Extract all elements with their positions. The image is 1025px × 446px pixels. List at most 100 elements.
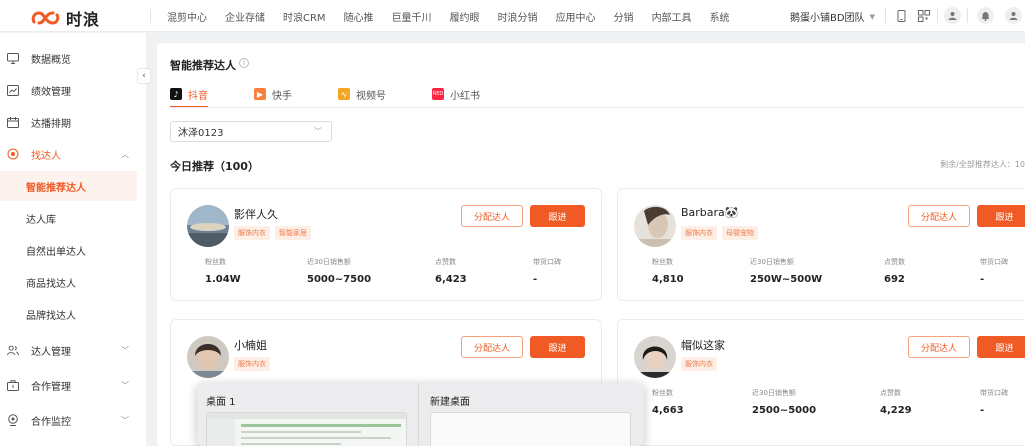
talent-card[interactable]: Barbara🐼 服饰内衣 母婴宠物 分配达人 跟进 粉丝数 4,810 近30… [617,188,1025,301]
category-tag: 服饰内衣 [234,357,270,371]
follow-up-button[interactable]: 跟进 [977,336,1025,358]
sidebar-item-talent-management[interactable]: 达人管理 ﹀ [0,334,146,366]
sidebar-item-find-talent[interactable]: 找达人 ︿ [0,138,146,170]
sidebar-subitem-brand-talent[interactable]: 品牌找达人 [0,299,137,329]
stat-label: 粉丝数 [652,389,673,397]
talent-card[interactable]: 帽似这家 服饰内衣 分配达人 跟进 粉丝数 4,663 近30日销售额 2500… [617,319,1025,446]
sidebar-item-performance[interactable]: 绩效管理 [0,74,146,106]
account-select[interactable]: 沐泽0123 ﹀ [170,121,332,142]
mobile-icon[interactable] [893,7,910,24]
assign-talent-button[interactable]: 分配达人 [908,336,970,358]
nav-item-distribute[interactable]: 分销 [614,9,634,24]
users-icon [7,344,19,356]
avatar [634,336,676,378]
target-icon [7,148,19,160]
sidebar-subitem-natural-orders[interactable]: 自然出单达人 [0,235,137,265]
stat-likes: 点赞数 692 [884,257,905,285]
stat-label: 近30日销售额 [307,258,351,266]
stat-value: 4,229 [880,405,912,416]
page-title: 智能推荐达人 [170,59,236,72]
team-selector[interactable]: 鹅蛋小铺BD团队 ▼ [790,9,875,25]
stat-reputation: 带货口碑 - [980,388,1008,416]
chevron-up-icon: ︿ [121,149,129,159]
logo[interactable]: 时浪 [30,6,100,30]
kuaishou-icon: ▶ [254,88,266,100]
talent-tags: 服饰内衣 母婴宠物 [681,226,763,240]
tab-label: 视频号 [356,90,386,102]
toolbar-divider [967,8,968,23]
assign-talent-button[interactable]: 分配达人 [908,205,970,227]
tab-label: 抖音 [188,90,208,102]
tab-xiaohongshu[interactable]: RED 小红书 [432,83,480,105]
stat-label: 点赞数 [435,258,456,266]
nav-item-internal-tools[interactable]: 内部工具 [652,9,692,24]
sidebar-item-schedule[interactable]: 达播排期 [0,106,146,138]
tab-douyin[interactable]: ♪ 抖音 [170,83,208,108]
new-desktop-thumbnail[interactable] [430,412,631,446]
stat-label: 带货口碑 [980,389,1008,397]
stat-value: - [980,405,985,416]
stat-label: 近30日销售额 [752,389,796,397]
bell-icon[interactable] [977,7,994,24]
user-icon[interactable] [944,7,961,24]
logo-text: 时浪 [66,10,101,29]
douyin-icon: ♪ [170,88,182,100]
nav-item-promote[interactable]: 随心推 [344,9,374,24]
nav-item-distribution[interactable]: 时浪分销 [498,9,538,24]
chevron-down-icon: ▼ [869,12,875,21]
sidebar-item-label: 合作监控 [31,416,71,428]
new-desktop-label: 新建桌面 [430,397,470,408]
desktop-switcher: 桌面 1 新建桌面 [197,383,644,446]
sidebar-item-overview[interactable]: 数据概览 [0,42,146,74]
stat-value: 1.04W [205,274,241,285]
video-account-icon: ∿ [338,88,350,100]
nav-item-qianchuan[interactable]: 巨量千川 [392,9,432,24]
sidebar-collapse-button[interactable]: ‹ [137,68,151,84]
qrcode-icon[interactable] [915,7,932,24]
tab-kuaishou[interactable]: ▶ 快手 [254,83,292,105]
stat-reputation: 带货口碑 - [980,257,1008,285]
sidebar-subitem-talent-library[interactable]: 达人库 [0,203,137,233]
sidebar-item-cooperation-monitor[interactable]: 合作监控 ﹀ [0,404,146,436]
assign-talent-button[interactable]: 分配达人 [461,336,523,358]
follow-up-button[interactable]: 跟进 [977,205,1025,227]
tab-video-account[interactable]: ∿ 视频号 [338,83,386,105]
stat-sales: 近30日销售额 250W~500W [750,257,822,285]
talent-tags: 服饰内衣 [681,357,722,371]
talent-name: 小楠姐 [234,339,267,352]
desktop-1-thumbnail[interactable] [206,412,407,446]
info-icon[interactable]: i [239,58,249,68]
nav-item-mix-center[interactable]: 混剪中心 [167,9,207,24]
stat-fans: 粉丝数 4,810 [652,257,684,285]
sidebar-item-label: 数据概览 [31,54,71,66]
stat-value: - [533,274,538,285]
tab-label: 小红书 [450,90,480,102]
category-tag: 服饰内衣 [681,357,717,371]
nav-item-system[interactable]: 系统 [710,9,730,24]
sidebar-subitem-smart-recommend[interactable]: 智能推荐达人 [0,171,137,201]
stat-value: 250W~500W [750,274,823,285]
platform-tabs: ♪ 抖音 ▶ 快手 ∿ 视频号 RED 小红书 [170,83,526,108]
stat-label: 带货口碑 [980,258,1008,266]
chevron-down-icon: ﹀ [121,415,129,425]
stat-value: 5000~7500 [307,274,372,285]
select-value: 沐泽0123 [178,128,224,139]
nav-item-storage[interactable]: 企业存储 [225,9,265,24]
talent-card[interactable]: 影伴人久 服饰内衣 智能家居 分配达人 跟进 粉丝数 1.04W 近30日销售额… [170,188,602,301]
avatar[interactable] [1005,7,1022,24]
assign-talent-button[interactable]: 分配达人 [461,205,523,227]
nav-item-fulfillment[interactable]: 履约眼 [450,9,480,24]
stat-value: 692 [884,274,905,285]
sidebar-item-cooperation-management[interactable]: 合作管理 ﹀ [0,369,146,401]
stat-fans: 粉丝数 1.04W [205,257,241,285]
nav-item-crm[interactable]: 时浪CRM [283,9,326,24]
stat-likes: 点赞数 6,423 [435,257,467,285]
follow-up-button[interactable]: 跟进 [530,205,585,227]
sidebar-subitem-product-talent[interactable]: 商品找达人 [0,267,137,297]
stat-label: 粉丝数 [205,258,226,266]
category-tag: 智能家居 [275,226,311,240]
stat-label: 粉丝数 [652,258,673,266]
follow-up-button[interactable]: 跟进 [530,336,585,358]
nav-item-app-center[interactable]: 应用中心 [556,9,596,24]
talent-tags: 服饰内衣 [234,357,275,371]
